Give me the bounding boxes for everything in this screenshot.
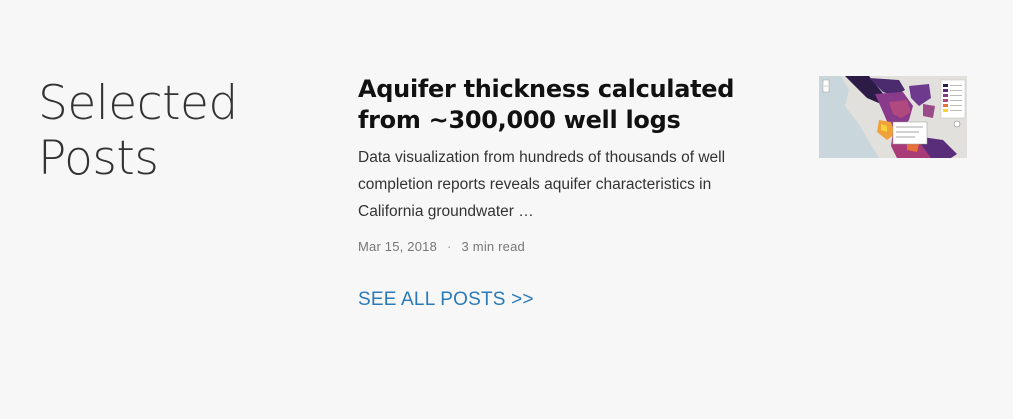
post-title[interactable]: Aquifer thickness calculated from ~300,0… bbox=[358, 74, 778, 136]
post-meta: Mar 15, 2018 · 3 min read bbox=[358, 239, 778, 254]
post-read-time: 3 min read bbox=[461, 239, 525, 254]
post-text: Aquifer thickness calculated from ~300,0… bbox=[358, 74, 778, 254]
page: Selected Posts Aquifer thickness calcula… bbox=[0, 0, 1013, 419]
map-thumbnail-icon bbox=[819, 76, 967, 158]
post-card: Aquifer thickness calculated from ~300,0… bbox=[358, 74, 968, 254]
post-date: Mar 15, 2018 bbox=[358, 239, 438, 254]
meta-separator: · bbox=[447, 239, 452, 254]
see-all-posts-link[interactable]: SEE ALL POSTS >> bbox=[358, 289, 534, 311]
post-excerpt: Data visualization from hundreds of thou… bbox=[358, 149, 726, 220]
post-thumbnail-map[interactable] bbox=[819, 76, 967, 158]
section-title: Selected Posts bbox=[38, 76, 238, 186]
